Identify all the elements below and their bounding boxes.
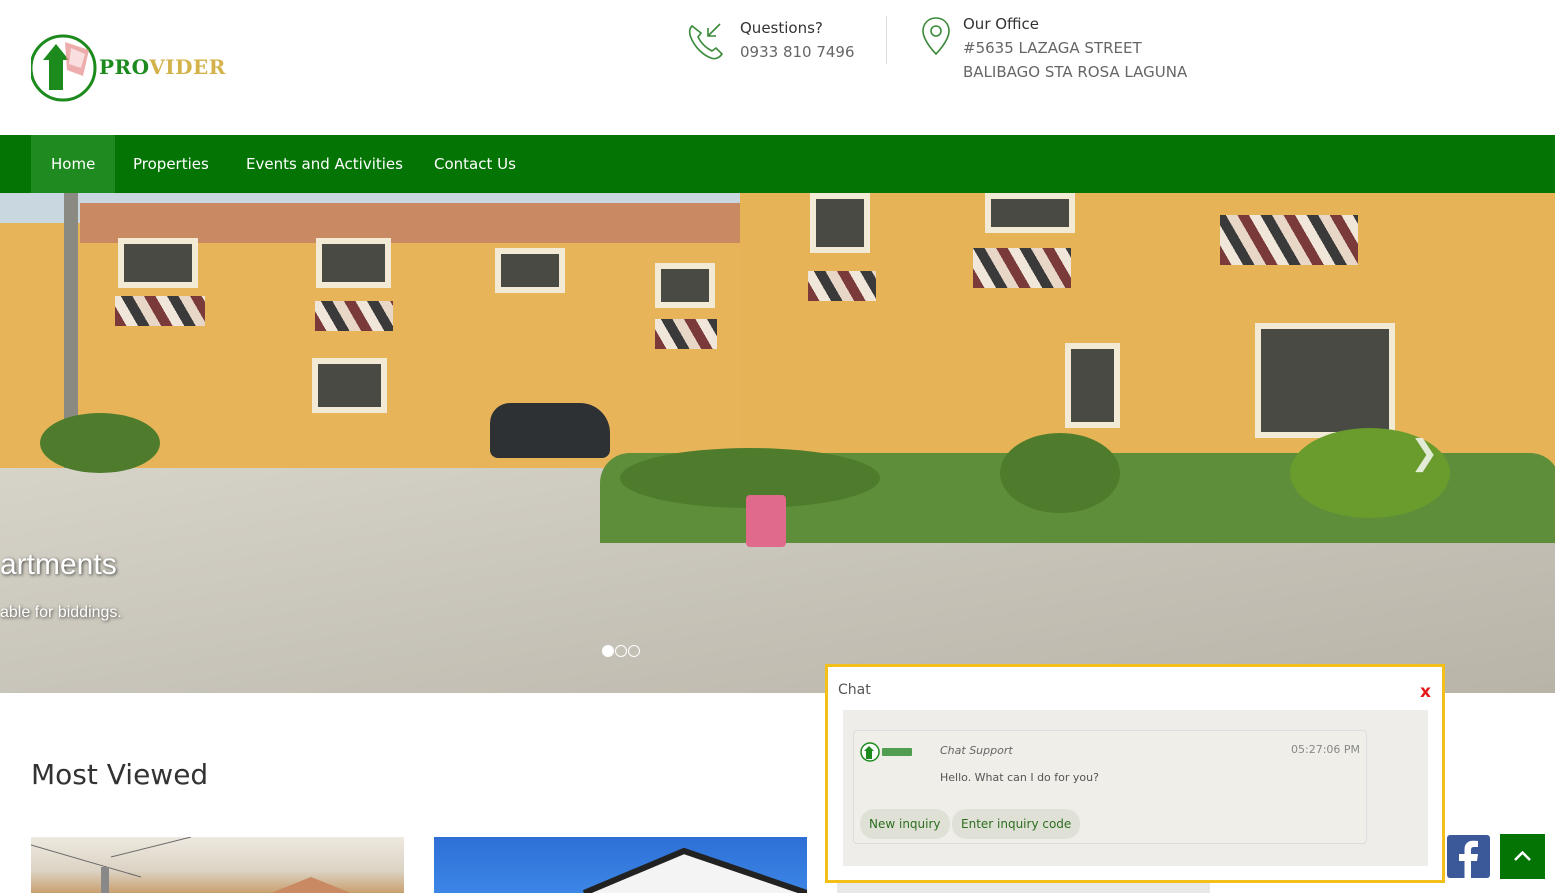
property-photo: [582, 847, 807, 893]
hero-window: [118, 238, 198, 288]
phone-number[interactable]: 0933 810 7496: [740, 40, 855, 64]
main-nav: Home Properties Events and Activities Co…: [0, 135, 1555, 193]
hero-trash-bin: [746, 495, 786, 547]
slider-indicators: [602, 645, 640, 657]
chevron-up-icon: [1514, 850, 1531, 861]
header-divider: [886, 16, 887, 64]
slider-next-arrow-icon[interactable]: ❯: [1410, 433, 1439, 473]
new-inquiry-button[interactable]: New inquiry: [860, 809, 950, 839]
hero-roof: [80, 203, 780, 243]
office-address-line2: BALIBAGO STA ROSA LAGUNA: [963, 63, 1188, 81]
hero-tile-pattern: [808, 271, 876, 301]
office-contact: Our Office #5635 LAZAGA STREET BALIBAGO …: [963, 12, 1187, 84]
hero-window: [655, 263, 715, 308]
property-photo: [31, 837, 351, 893]
hero-bush: [1000, 433, 1120, 513]
facebook-icon: [1459, 840, 1478, 878]
chat-sender: Chat Support: [940, 744, 1013, 757]
hero-tile-pattern: [655, 319, 717, 349]
slider-dot[interactable]: [615, 645, 627, 657]
slider-dot[interactable]: [602, 645, 614, 657]
phone-label: Questions?: [740, 19, 823, 37]
hero-tile-pattern: [115, 296, 205, 326]
hero-window: [1065, 343, 1120, 428]
chat-message-text: Hello. What can I do for you?: [940, 771, 1099, 784]
chat-timestamp: 05:27:06 PM: [1291, 743, 1361, 756]
hero-window: [985, 193, 1075, 233]
property-card-image[interactable]: [434, 837, 807, 893]
slide-caption-subtitle: able for biddings.: [0, 604, 122, 621]
site-header: PROVIDER Questions? 0933 810 7496 Our Of…: [0, 0, 1555, 135]
chat-message: Chat Support 05:27:06 PM Hello. What can…: [853, 730, 1367, 844]
hero-slider: artments able for biddings. ❯: [0, 193, 1555, 693]
chat-body: Chat Support 05:27:06 PM Hello. What can…: [843, 710, 1428, 866]
hero-window: [495, 248, 565, 293]
chat-close-icon[interactable]: x: [1420, 682, 1431, 702]
office-label: Our Office: [963, 15, 1040, 33]
nav-properties[interactable]: Properties: [113, 135, 229, 193]
phone-icon: [688, 23, 724, 60]
chat-avatar-logo-icon: [860, 742, 912, 762]
hero-window: [1255, 323, 1395, 438]
enter-inquiry-code-button[interactable]: Enter inquiry code: [952, 809, 1081, 839]
provider-logo[interactable]: PROVIDER: [29, 30, 225, 106]
chat-widget: Chat x Chat Support 05:27:06 PM Hello. W…: [825, 664, 1445, 883]
property-card-image[interactable]: [31, 837, 404, 893]
office-address-line1: #5635 LAZAGA STREET: [963, 39, 1142, 57]
hero-car: [490, 403, 610, 458]
hero-bush: [40, 413, 160, 473]
hero-window: [312, 358, 387, 413]
nav-home[interactable]: Home: [31, 135, 116, 193]
scroll-to-top-button[interactable]: [1500, 834, 1545, 879]
chat-title: Chat: [838, 682, 871, 698]
logo-text: PROVIDER: [99, 55, 226, 79]
hero-tile-pattern: [315, 301, 393, 331]
nav-events[interactable]: Events and Activities: [226, 135, 423, 193]
hero-window: [810, 193, 870, 253]
most-viewed-heading: Most Viewed: [31, 758, 209, 791]
hero-tile-pattern: [973, 248, 1071, 288]
hero-window: [316, 238, 391, 288]
phone-contact: Questions? 0933 810 7496: [740, 16, 855, 64]
hero-tile-pattern: [1220, 215, 1358, 265]
slider-dot[interactable]: [628, 645, 640, 657]
slide-caption-title: artments: [0, 548, 117, 581]
nav-contact[interactable]: Contact Us: [414, 135, 536, 193]
location-pin-icon: [922, 17, 950, 56]
facebook-button[interactable]: [1447, 835, 1490, 878]
